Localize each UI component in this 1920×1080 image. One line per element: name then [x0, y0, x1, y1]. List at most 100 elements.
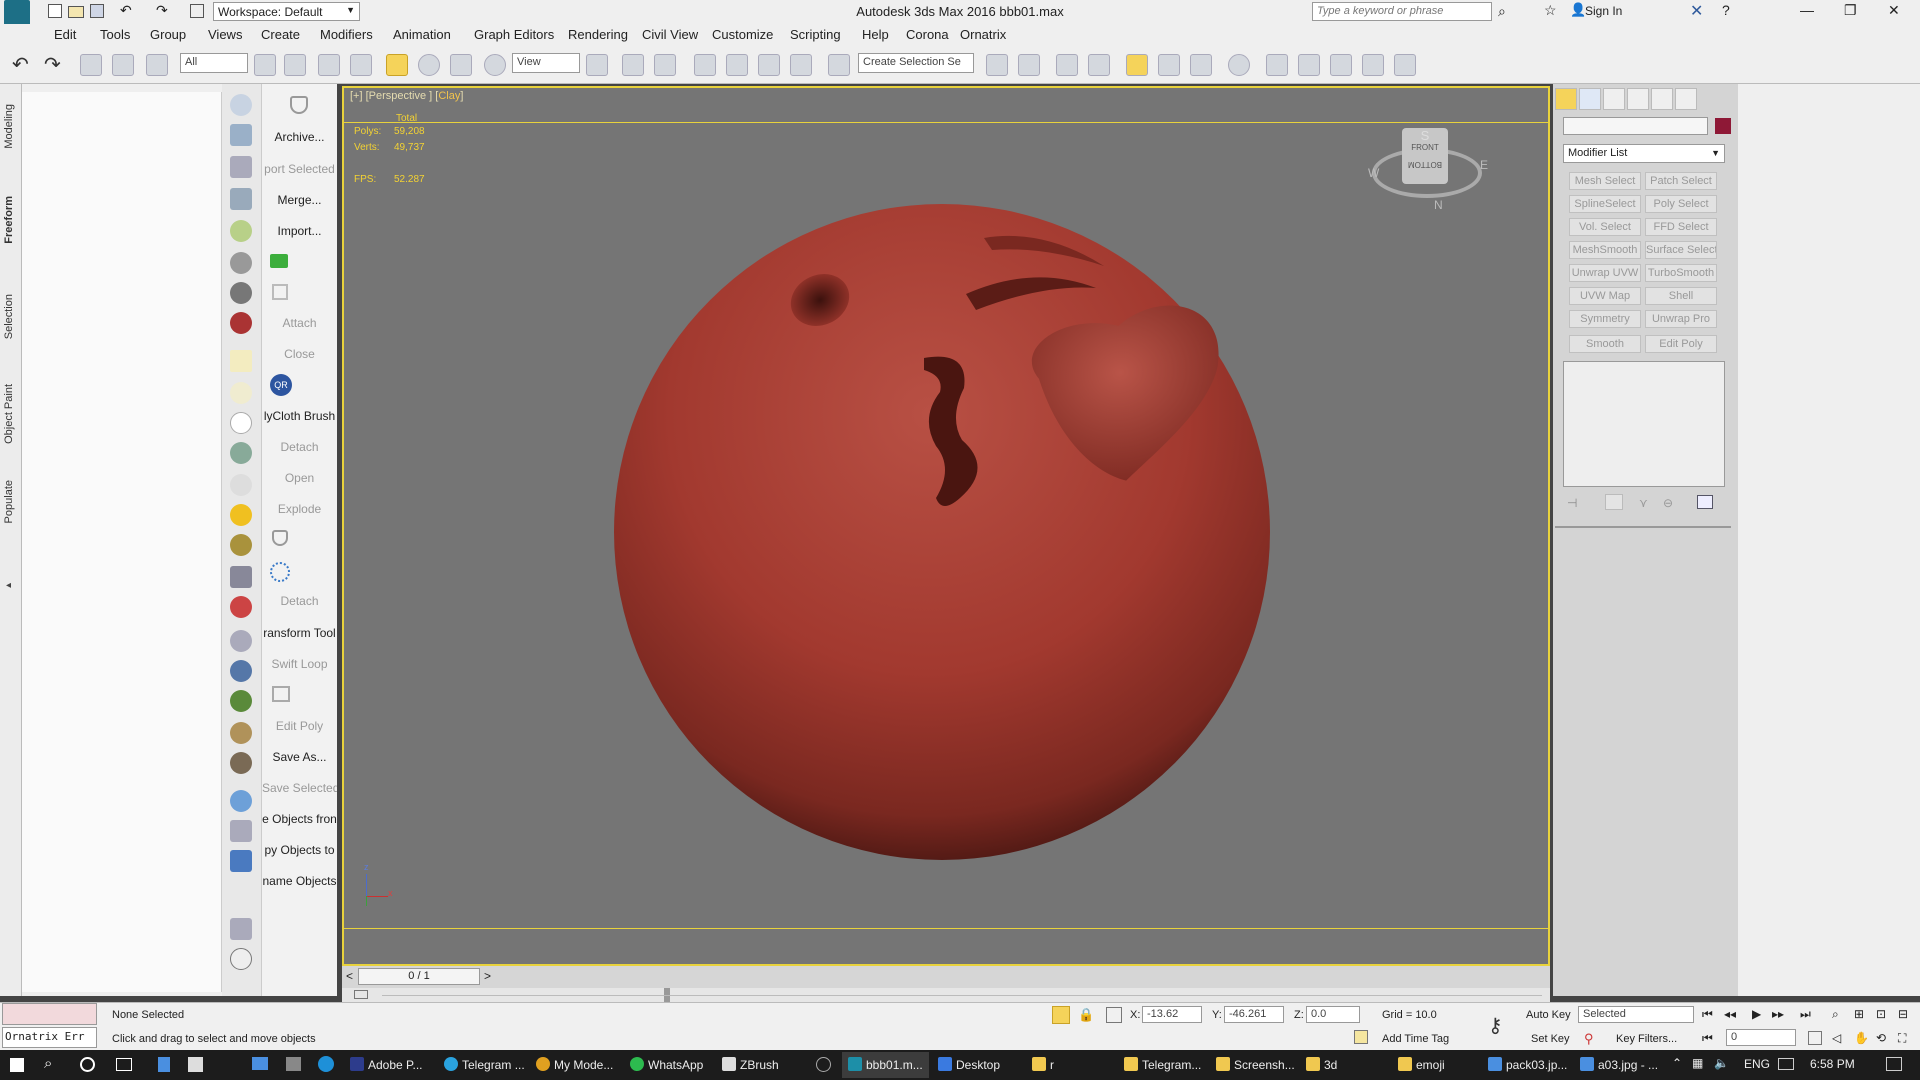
ring-icon[interactable]	[230, 534, 252, 556]
material-editor-icon[interactable]	[1228, 54, 1250, 76]
redo-icon[interactable]: ↷	[44, 52, 61, 77]
taskbar-whatsapp[interactable]: WhatsApp	[630, 1057, 703, 1072]
menu-graph-editors[interactable]: Graph Editors	[474, 27, 554, 42]
meshsmooth-button[interactable]: MeshSmooth	[1569, 241, 1641, 259]
symmetry-button[interactable]: Symmetry	[1569, 310, 1641, 328]
utilities-tab-icon[interactable]	[1675, 88, 1697, 110]
key-mode-dropdown[interactable]: Selected	[1578, 1006, 1694, 1023]
play-icon[interactable]: ▶	[1752, 1007, 1761, 1021]
taskbar-3dsmax[interactable]: bbb01.m...	[842, 1052, 929, 1078]
mesh-select-button[interactable]: Mesh Select	[1569, 172, 1641, 190]
pivot-center-icon[interactable]	[586, 54, 608, 76]
ball-icon[interactable]	[230, 790, 252, 812]
motion-tab-icon[interactable]	[1627, 88, 1649, 110]
volume-icon[interactable]: 🔈	[1714, 1056, 1729, 1070]
align-icon[interactable]	[1018, 54, 1040, 76]
attach-button[interactable]: Attach	[262, 316, 337, 330]
skype-icon[interactable]	[318, 1056, 334, 1072]
tab-modeling[interactable]: Modeling	[3, 104, 15, 149]
layer-manager-icon[interactable]	[1056, 54, 1078, 76]
cone-icon[interactable]	[230, 474, 252, 496]
windows-start-icon[interactable]	[10, 1058, 24, 1072]
set-key-button[interactable]: Set Key	[1531, 1033, 1570, 1045]
menu-edit[interactable]: Edit	[54, 27, 76, 42]
edit-poly-button[interactable]: Edit Poly	[262, 719, 337, 733]
maximize-viewport-icon[interactable]: ⛶	[1898, 1031, 1906, 1046]
current-frame-field[interactable]: 0	[1726, 1029, 1796, 1046]
merge-button[interactable]: Merge...	[262, 193, 337, 207]
minimize-button[interactable]: —	[1800, 2, 1814, 18]
display-tab-icon[interactable]	[1651, 88, 1673, 110]
copy-objects-to-button[interactable]: py Objects to	[262, 843, 337, 857]
rope-icon[interactable]	[230, 722, 252, 744]
perspective-viewport[interactable]: [+] [Perspective ] [Clay] Total Polys: 59…	[342, 86, 1550, 966]
menu-tools[interactable]: Tools	[100, 27, 130, 42]
calculator-icon[interactable]	[230, 156, 252, 178]
viewcube-box[interactable]: S FRONT BOTTOM	[1402, 128, 1448, 184]
named-selection-set-dropdown[interactable]: Create Selection Se	[858, 53, 974, 73]
show-hidden-icons-icon[interactable]: ⌃	[1672, 1056, 1682, 1070]
taskbar-zbrush[interactable]: ZBrush	[722, 1057, 779, 1072]
edit-poly-modifier-button[interactable]: Edit Poly	[1645, 335, 1717, 353]
taskbar-a03[interactable]: a03.jpg - ...	[1580, 1057, 1658, 1072]
pyramid-icon[interactable]	[230, 630, 252, 652]
select-and-rotate-icon[interactable]	[418, 54, 440, 76]
key-filters-button[interactable]: Key Filters...	[1616, 1033, 1677, 1045]
remove-modifier-icon[interactable]: ⊖	[1663, 496, 1673, 510]
next-frame-icon[interactable]: ▸▸	[1772, 1007, 1784, 1021]
close-x-icon[interactable]: ✕	[1690, 1, 1703, 21]
keyboard-icon[interactable]	[1778, 1058, 1794, 1070]
add-time-tag-icon[interactable]	[1354, 1030, 1368, 1044]
select-by-name-icon[interactable]	[284, 54, 306, 76]
orbit-icon[interactable]: ⟲	[1876, 1031, 1886, 1045]
help-circle-icon[interactable]	[230, 948, 252, 970]
menu-help[interactable]: Help	[862, 27, 889, 42]
dome-icon[interactable]	[230, 442, 252, 464]
menu-create[interactable]: Create	[261, 27, 300, 42]
select-and-place-icon[interactable]	[484, 54, 506, 76]
zoom-extents-all-icon[interactable]: ⊟	[1898, 1007, 1908, 1021]
cortana-icon[interactable]	[80, 1057, 95, 1072]
unlink-icon[interactable]	[112, 54, 134, 76]
menu-views[interactable]: Views	[208, 27, 242, 42]
save-as-button[interactable]: Save As...	[262, 750, 337, 764]
close-curve-button[interactable]: Close	[262, 347, 337, 361]
auto-key-button[interactable]: Auto Key	[1526, 1009, 1571, 1021]
reference-coordinate-dropdown[interactable]: View	[512, 53, 580, 73]
lightbulb-icon[interactable]	[230, 220, 252, 242]
go-to-start-icon[interactable]: ⏮	[1702, 1007, 1713, 1022]
track-bar[interactable]	[342, 988, 1550, 1002]
hierarchy-tab-icon[interactable]	[1603, 88, 1625, 110]
network-icon[interactable]: ▦	[1692, 1056, 1703, 1070]
rename-objects-button[interactable]: name Objects	[262, 874, 337, 888]
tab-object-paint[interactable]: Object Paint	[3, 384, 15, 444]
keyboard-shortcut-toggle-icon[interactable]	[654, 54, 676, 76]
curve-editor-icon[interactable]	[1158, 54, 1180, 76]
taskbar-telegram-2[interactable]: Telegram...	[1124, 1057, 1201, 1072]
zoom-extents-icon[interactable]: ⊡	[1876, 1007, 1886, 1021]
prev-frame-button[interactable]: <	[346, 969, 353, 983]
save-selected-button[interactable]: Save Selected	[262, 781, 337, 795]
set-key-icon[interactable]: ⚲	[1584, 1031, 1594, 1047]
select-manipulate-icon[interactable]	[622, 54, 644, 76]
sign-in-button[interactable]: Sign In	[1585, 4, 1622, 18]
render-activeshade-icon[interactable]	[1394, 54, 1416, 76]
spline-select-button[interactable]: SplineSelect	[1569, 195, 1641, 213]
action-center-icon[interactable]	[1886, 1057, 1902, 1071]
x-coordinate-field[interactable]: -13.62	[1142, 1006, 1202, 1023]
object-name-field[interactable]	[1563, 117, 1708, 135]
move-objects-from-button[interactable]: e Objects fron	[262, 812, 337, 826]
add-time-tag-button[interactable]: Add Time Tag	[1382, 1033, 1449, 1045]
grass-icon[interactable]	[230, 690, 252, 712]
menu-civil-view[interactable]: Civil View	[642, 27, 698, 42]
disc-icon[interactable]	[230, 382, 252, 404]
tab-selection[interactable]: Selection	[3, 294, 15, 339]
taskbar-emoji[interactable]: emoji	[1398, 1057, 1445, 1072]
menu-animation[interactable]: Animation	[393, 27, 451, 42]
sun-icon[interactable]	[230, 504, 252, 526]
percent-snap-icon[interactable]	[758, 54, 780, 76]
menu-corona[interactable]: Corona	[906, 27, 949, 42]
menu-rendering[interactable]: Rendering	[568, 27, 628, 42]
object-color-swatch[interactable]	[1715, 118, 1731, 134]
open-button[interactable]: Open	[262, 471, 337, 485]
